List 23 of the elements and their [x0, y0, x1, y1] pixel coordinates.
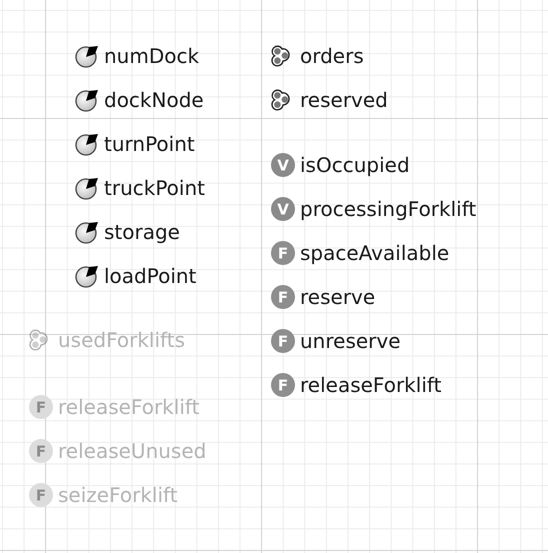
element-label[interactable]: loadPoint — [104, 264, 196, 288]
element-label[interactable]: reserved — [300, 88, 388, 112]
element-label[interactable]: truckPoint — [104, 176, 205, 200]
element-label[interactable]: unreserve — [300, 328, 401, 352]
element-label[interactable]: releaseForklift — [300, 372, 442, 396]
element-label[interactable]: orders — [300, 44, 364, 68]
function-icon: F — [270, 372, 296, 398]
function-icon: F — [28, 438, 54, 464]
element-label[interactable]: numDock — [104, 44, 200, 68]
element-label[interactable]: spaceAvailable — [300, 240, 450, 264]
element-label[interactable]: storage — [104, 220, 180, 244]
function-icon: F — [28, 482, 54, 508]
function-icon: F — [270, 328, 296, 354]
element-label[interactable]: dockNode — [104, 88, 204, 112]
function-icon: F — [270, 240, 296, 266]
element-label[interactable]: turnPoint — [104, 132, 195, 156]
element-label[interactable]: reserve — [300, 284, 376, 308]
function-icon: F — [270, 284, 296, 310]
function-icon: F — [28, 394, 54, 420]
variable-icon: V — [270, 152, 296, 178]
element-label[interactable]: isOccupied — [300, 152, 410, 176]
variable-icon: V — [270, 196, 296, 222]
element-label[interactable]: processingForklift — [300, 196, 476, 220]
